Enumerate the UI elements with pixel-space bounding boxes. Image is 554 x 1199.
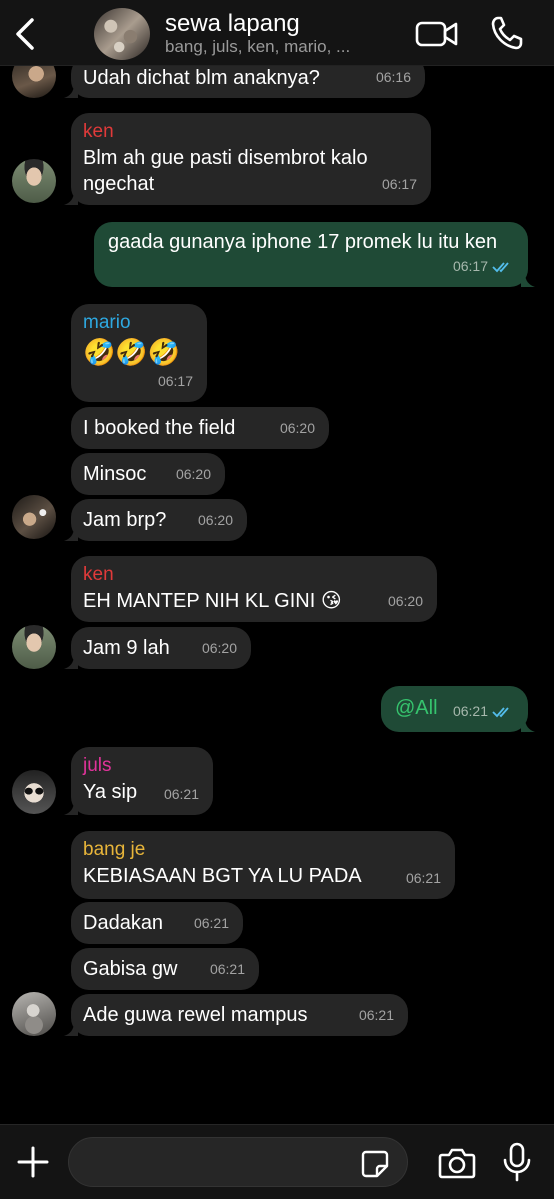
message-time: 06:17 — [157, 373, 193, 389]
chat-header: sewa lapang bang, juls, ken, mario, ... — [0, 0, 554, 66]
back-chevron-icon[interactable] — [10, 14, 40, 54]
read-ticks-icon — [492, 262, 509, 273]
message-text: KEBIASAAN BGT YA LU PADA — [83, 865, 362, 887]
message-bubble[interactable]: ken Blm ah gue pasti disembrot kalo ngec… — [64, 113, 431, 205]
message-time: 06:21 — [193, 915, 229, 931]
message-text: EH MANTEP NIH KL GINI 😘 — [83, 590, 342, 612]
phone-call-icon[interactable] — [490, 15, 524, 51]
message-time: 06:21 — [209, 961, 245, 977]
message-bubble[interactable]: Jam brp? 06:20 — [64, 499, 247, 541]
message-text: Ade guwa rewel mampus — [83, 1004, 308, 1026]
message-bubble[interactable]: Gabisa gw 06:21 — [71, 948, 259, 990]
message-bubble[interactable]: Ade guwa rewel mampus 06:21 — [64, 994, 408, 1036]
message-bubble[interactable]: mario 🤣🤣🤣 06:17 — [71, 304, 207, 402]
video-call-icon[interactable] — [415, 18, 459, 50]
read-ticks-icon — [492, 707, 509, 718]
avatar[interactable] — [12, 992, 56, 1036]
avatar[interactable] — [12, 495, 56, 539]
message-time: 06:21 — [405, 870, 441, 886]
avatar[interactable] — [12, 625, 56, 669]
message-bubble[interactable]: bang je KEBIASAAN BGT YA LU PADA 06:21 — [71, 831, 455, 899]
sender-name: ken — [83, 564, 114, 585]
composer-bar — [0, 1124, 554, 1199]
message-text: gaada gunanya iphone 17 promek lu itu ke… — [108, 231, 498, 253]
message-bubble[interactable]: @All 06:21 — [381, 686, 535, 732]
plus-icon[interactable] — [14, 1143, 52, 1181]
time-value: 06:17 — [452, 258, 488, 274]
message-time: 06:21 — [453, 698, 514, 724]
sender-name: juls — [83, 755, 112, 776]
message-text: Dadakan — [83, 912, 164, 934]
message-text: Blm ah gue pasti disembrot kalo ngechat — [83, 147, 368, 195]
sender-name: mario — [83, 312, 131, 333]
message-bubble[interactable]: Udah dichat blm anaknya? 06:16 — [64, 66, 425, 98]
avatar[interactable] — [12, 66, 56, 98]
chat-members[interactable]: bang, juls, ken, mario, ... — [165, 37, 405, 57]
message-time: 06:16 — [375, 69, 411, 85]
message-bubble[interactable]: gaada gunanya iphone 17 promek lu itu ke… — [94, 222, 535, 287]
message-text: 🤣🤣🤣 — [83, 337, 181, 367]
message-text: I booked the field — [83, 417, 236, 439]
sender-name: ken — [83, 121, 114, 142]
message-time: 06:20 — [387, 593, 423, 609]
message-bubble[interactable]: ken EH MANTEP NIH KL GINI 😘 06:20 — [71, 556, 437, 622]
message-time: 06:17 — [381, 176, 417, 192]
message-time: 06:21 — [163, 786, 199, 802]
message-bubble[interactable]: Minsoc 06:20 — [71, 453, 225, 495]
message-time: 06:20 — [175, 466, 211, 482]
message-list[interactable]: Udah dichat blm anaknya? 06:16 ken Blm a… — [0, 66, 554, 1124]
message-text: Ya sip — [83, 781, 138, 803]
message-text: Gabisa gw — [83, 958, 178, 980]
group-avatar[interactable] — [94, 8, 150, 60]
avatar[interactable] — [12, 770, 56, 814]
message-bubble[interactable]: I booked the field 06:20 — [71, 407, 329, 449]
mention-all[interactable]: @All — [395, 697, 438, 719]
message-time: 06:20 — [197, 512, 233, 528]
message-time: 06:20 — [279, 420, 315, 436]
message-text: Minsoc — [83, 463, 147, 485]
message-text: Jam brp? — [83, 509, 167, 531]
camera-icon[interactable] — [438, 1147, 476, 1179]
sender-name: bang je — [83, 839, 146, 860]
message-input[interactable] — [68, 1137, 408, 1187]
microphone-icon[interactable] — [502, 1142, 532, 1182]
message-time: 06:21 — [358, 1007, 394, 1023]
message-bubble[interactable]: Dadakan 06:21 — [71, 902, 243, 944]
message-text: Jam 9 lah — [83, 637, 170, 659]
message-bubble[interactable]: juls Ya sip 06:21 — [64, 747, 213, 815]
message-time: 06:20 — [201, 640, 237, 656]
message-time: 06:17 — [453, 253, 514, 279]
message-bubble[interactable]: Jam 9 lah 06:20 — [64, 627, 251, 669]
sticker-icon[interactable] — [360, 1149, 390, 1179]
chat-title[interactable]: sewa lapang — [165, 10, 300, 38]
message-text: Udah dichat blm anaknya? — [83, 67, 320, 89]
time-value: 06:21 — [452, 703, 488, 719]
avatar[interactable] — [12, 159, 56, 203]
